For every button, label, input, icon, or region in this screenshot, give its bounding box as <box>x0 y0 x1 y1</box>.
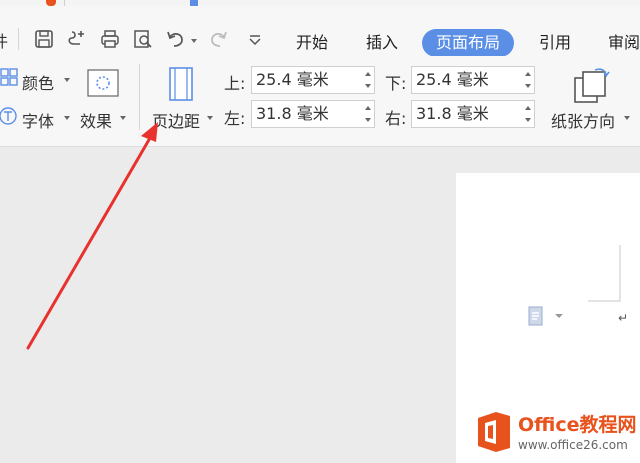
margin-left-label: 左: <box>224 109 246 128</box>
margin-top-spinbox[interactable]: 25.4 毫米 <box>251 66 375 94</box>
customize-chevron-icon[interactable] <box>244 28 266 50</box>
page-margins-dropdown-caret[interactable] <box>207 116 213 120</box>
spin-down-icon[interactable] <box>525 84 531 88</box>
output-pdf-icon[interactable] <box>66 28 88 50</box>
margin-bottom-value[interactable]: 25.4 毫米 <box>416 67 489 93</box>
spin-down-icon[interactable] <box>525 118 531 122</box>
spin-down-icon[interactable] <box>365 118 371 122</box>
tab-page-layout[interactable]: 页面布局 <box>422 29 515 57</box>
tab-insert[interactable]: 插入 <box>366 29 398 57</box>
undo-icon[interactable] <box>165 28 187 50</box>
paragraph-mark-icon: ↵ <box>618 311 629 325</box>
spin-up-icon[interactable] <box>365 106 371 110</box>
margin-top-value[interactable]: 25.4 毫米 <box>256 67 329 93</box>
tab-review[interactable]: 审阅 <box>608 29 640 57</box>
color-button-label[interactable]: 颜色 <box>22 70 54 94</box>
office-logo-icon <box>478 412 510 452</box>
font-dropdown-caret[interactable] <box>64 116 70 120</box>
effect-icon[interactable] <box>86 68 120 98</box>
spin-up-icon[interactable] <box>525 106 531 110</box>
color-icon[interactable] <box>0 68 18 86</box>
margin-corner-mark <box>588 245 621 302</box>
menu-file-cut-label[interactable]: 件 <box>0 28 8 52</box>
print-icon[interactable] <box>99 28 121 50</box>
margin-bottom-spinbox[interactable]: 25.4 毫米 <box>411 66 535 94</box>
site-watermark: Office教程网 www.office26.com <box>474 408 640 460</box>
ribbon-page-layout: 颜色 字体 效果 页边距 上: 25.4 毫米 左: 31.8 毫米 下: 25… <box>0 56 640 147</box>
redo-icon[interactable] <box>207 28 229 50</box>
save-icon[interactable] <box>33 28 55 50</box>
paste-options-icon[interactable] <box>528 306 566 328</box>
tab-start[interactable]: 开始 <box>296 29 328 57</box>
margin-right-label: 右: <box>385 109 407 128</box>
spin-down-icon[interactable] <box>365 84 371 88</box>
margin-right-spinbox[interactable]: 31.8 毫米 <box>411 100 535 128</box>
page-margins-button-label[interactable]: 页边距 <box>152 108 200 132</box>
tab-reference[interactable]: 引用 <box>539 29 571 57</box>
page-orientation-button-label[interactable]: 纸张方向 <box>551 108 615 132</box>
page-orientation-dropdown-caret[interactable] <box>624 116 630 120</box>
spin-up-icon[interactable] <box>365 72 371 76</box>
margin-bottom-label: 下: <box>385 74 407 93</box>
margin-left-spinbox[interactable]: 31.8 毫米 <box>251 100 375 128</box>
page-orientation-icon[interactable] <box>571 66 611 104</box>
ribbon-group-divider <box>139 64 140 130</box>
watermark-url: www.office26.com <box>518 438 628 452</box>
quickbar-divider <box>18 28 19 50</box>
font-button-label[interactable]: 字体 <box>22 108 54 132</box>
page-margins-icon[interactable] <box>168 66 194 102</box>
margin-left-value[interactable]: 31.8 毫米 <box>256 101 329 127</box>
effect-button-label[interactable]: 效果 <box>80 108 112 132</box>
watermark-brand: Office教程网 <box>518 414 637 436</box>
undo-dropdown-caret[interactable] <box>191 39 197 43</box>
quick-access-bar: 件 开始 插入 页面布局 引用 审阅 <box>0 6 640 62</box>
font-theme-icon[interactable] <box>0 106 18 126</box>
margin-top-label: 上: <box>224 74 246 93</box>
color-dropdown-caret[interactable] <box>64 78 70 82</box>
spin-up-icon[interactable] <box>525 72 531 76</box>
effect-dropdown-caret[interactable] <box>120 116 126 120</box>
margin-right-value[interactable]: 31.8 毫米 <box>416 101 489 127</box>
print-preview-icon[interactable] <box>132 28 154 50</box>
